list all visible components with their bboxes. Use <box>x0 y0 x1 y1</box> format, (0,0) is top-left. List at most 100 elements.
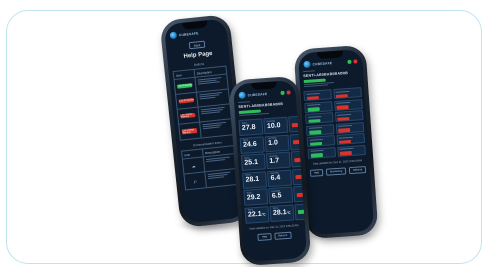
row-description <box>205 169 238 187</box>
status-pill-red <box>339 150 353 156</box>
app-logo: CUBESAFE <box>303 59 333 69</box>
reading-value: 10.0 <box>267 121 285 130</box>
status-pill-green <box>308 130 321 135</box>
status-pill-green <box>307 118 321 123</box>
header-icons <box>280 89 291 95</box>
reading-number: 1.7 <box>269 156 280 165</box>
status-pill-red: Low Voltage Warning <box>182 128 198 135</box>
reading-cell: Humidity 1.0 <box>264 134 290 152</box>
refresh-button[interactable]: Refresh <box>348 165 367 175</box>
buttons-table: Icon Description Low Probability Low Pro… <box>172 65 234 141</box>
status-list <box>303 87 366 159</box>
status-pill-red: Low Voltage Warning <box>180 112 196 119</box>
status-flag <box>295 174 307 180</box>
logo-icon <box>238 91 246 99</box>
reading-cell: Temp 28.1°C <box>269 203 295 222</box>
logo-icon <box>169 31 178 40</box>
last-updated-text: Data updated on: Dec 11, 2022 9:50:32AM <box>249 223 299 231</box>
reading-value: 6.4 <box>270 174 288 183</box>
cloud-icon: ☁ <box>191 162 196 169</box>
reading-cell: Temp 27.8 <box>238 118 263 137</box>
app-logo: CUBESAFE <box>169 29 199 40</box>
help-button[interactable]: Help <box>309 168 324 177</box>
flag-cell <box>292 167 308 185</box>
reading-unit: °C <box>286 210 291 215</box>
reading-value: 22.1°C <box>248 210 266 219</box>
list-item <box>307 144 366 159</box>
status-flag <box>294 157 306 162</box>
reading-cell: Humidity 10.0 <box>263 116 288 135</box>
reading-number: 24.6 <box>242 140 257 149</box>
back-button[interactable]: Back <box>188 40 206 50</box>
reading-value: 24.6 <box>243 141 261 150</box>
reading-cell: Humidity 1.7 <box>265 151 291 170</box>
reading-number: 22.1 <box>247 210 262 219</box>
phone-readings: CUBESAFE SENTI-AB0BAB0BAB0B Temp 27.8 Humi… <box>228 75 312 267</box>
logo-text: CUBESAFE <box>312 60 333 66</box>
action-buttons: Help Monitoring Refresh <box>306 165 370 177</box>
reading-value: 25.1 <box>244 158 262 167</box>
help-button[interactable]: Help <box>257 232 272 241</box>
reading-cell: Temp 28.1 <box>242 170 267 189</box>
readings-grid: Temp 27.8 Humidity 10.0 Temp 24.6 Humidity 1.0 T… <box>238 115 308 224</box>
action-buttons: Help Refresh <box>243 230 305 242</box>
reading-cell: Humidity 6.5 <box>268 186 293 205</box>
app-logo: CUBESAFE <box>238 90 267 99</box>
reading-number: 29.2 <box>246 193 261 202</box>
status-flag <box>297 209 308 215</box>
flag-cell <box>293 185 308 203</box>
status-flag <box>291 122 304 127</box>
connection-icon <box>280 90 285 95</box>
logo-icon <box>303 60 311 69</box>
reading-value: 28.1 <box>245 176 263 185</box>
communication-table: Icon Description ☁ ℘ <box>180 145 239 191</box>
status-pill-red <box>306 95 319 100</box>
status-pill-green: Low Probability <box>177 82 193 89</box>
reading-cell: Humidity 6.4 <box>267 169 292 187</box>
reading-unit: °C <box>261 212 266 217</box>
alert-icon <box>286 89 291 95</box>
monitoring-button[interactable]: Monitoring <box>325 166 347 176</box>
flag-cell <box>294 202 308 220</box>
status-pill-red <box>339 139 352 144</box>
reading-value: 28.1°C <box>273 209 291 218</box>
reading-cell: Temp 22.1°C <box>244 205 270 224</box>
status-pill-red <box>338 127 351 133</box>
refresh-button[interactable]: Refresh <box>273 231 292 240</box>
status-pill-green <box>307 107 320 112</box>
reading-number: 10.0 <box>266 121 281 130</box>
reading-value: 1.7 <box>269 156 287 165</box>
status-pill-red <box>336 105 349 110</box>
alert-icon <box>353 58 358 64</box>
reading-number: 25.1 <box>244 158 259 167</box>
readings-screen: CUBESAFE SENTI-AB0BAB0BAB0B Temp 27.8 Humi… <box>232 80 308 262</box>
status-pill-red <box>335 93 349 98</box>
status-flag <box>293 139 305 145</box>
status-screen: CUBESAFE SENTI-AB0BAB0BAB0B Data updated… <box>297 48 375 236</box>
reading-cell: Temp 24.6 <box>239 135 265 154</box>
logo-text: CUBESAFE <box>247 91 268 97</box>
status-pill-red <box>337 116 350 121</box>
status-pill-green <box>310 152 323 158</box>
connection-icon <box>347 59 352 64</box>
reading-number: 27.8 <box>241 123 256 132</box>
reading-number: 6.5 <box>271 191 282 200</box>
status-pill-green <box>309 141 322 146</box>
bluetooth-icon: ℘ <box>193 178 197 184</box>
reading-value: 6.5 <box>272 191 290 200</box>
reading-value: 27.8 <box>242 123 260 132</box>
status-flag <box>296 191 308 197</box>
header-icons <box>347 58 358 64</box>
reading-cell: Temp 25.1 <box>240 153 266 171</box>
reading-number: 28.1 <box>272 208 287 217</box>
status-pill-red: Low Probability <box>178 97 195 104</box>
reading-number: 6.4 <box>270 174 281 182</box>
reading-cell: Temp 29.2 <box>243 188 268 206</box>
meta-line <box>304 84 329 88</box>
reading-value: 1.0 <box>268 139 286 148</box>
logo-text: CUBESAFE <box>178 30 199 37</box>
row-description <box>200 119 233 137</box>
reading-number: 1.0 <box>267 139 279 148</box>
reading-value: 29.2 <box>247 193 265 202</box>
last-updated-text: Data updated on: Dec 11, 2022 9:50:32AM <box>312 158 363 166</box>
